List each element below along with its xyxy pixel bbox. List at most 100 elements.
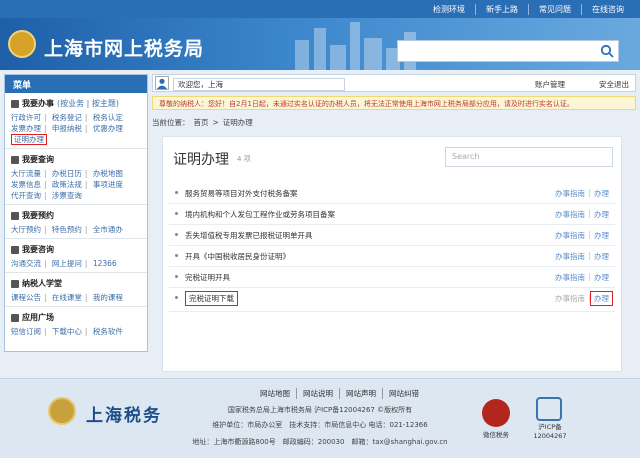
sidebar-link[interactable]: 办税日历	[52, 169, 82, 178]
handle-link[interactable]: 办理	[594, 251, 609, 262]
handle-link[interactable]: 办理	[594, 272, 609, 283]
logout-link[interactable]: 安全退出	[599, 79, 629, 90]
sidebar-link[interactable]: 大厅流量	[11, 169, 41, 178]
breadcrumb: 当前位置： 首页 > 证明办理	[152, 117, 257, 128]
link-divider: |	[84, 124, 88, 133]
link-divider: |	[84, 169, 88, 178]
handle-link-highlighted[interactable]: 办理	[590, 291, 613, 306]
link-divider: |	[44, 327, 47, 336]
sidebar-link-certificate-highlighted[interactable]: 证明办理	[11, 134, 47, 145]
sidebar-link-row: 发票信息 | 政策法规 | 事项进度	[11, 179, 141, 190]
briefcase-icon	[11, 99, 19, 108]
breadcrumb-current: 证明办理	[222, 118, 253, 127]
calendar-icon	[11, 211, 19, 220]
sidebar-link[interactable]: 网上提问	[52, 259, 82, 268]
sidebar-link[interactable]: 沟通交流	[11, 259, 41, 268]
sidebar-link[interactable]: 全市通办	[93, 225, 123, 234]
section-heading: 我要办事	[22, 99, 54, 108]
top-link-online-consult[interactable]: 在线咨询	[581, 4, 634, 15]
section-heading: 纳税人学堂	[22, 279, 62, 288]
link-divider: |	[588, 209, 591, 218]
top-bar: 检测环境 新手上路 常见问题 在线咨询	[0, 0, 640, 18]
sidebar-link-row: 代开查询 | 涉票查询	[11, 190, 141, 201]
icp-badge-icon[interactable]	[536, 397, 562, 421]
account-management-link[interactable]: 账户管理	[535, 79, 565, 90]
sidebar-section-school-heading: 纳税人学堂	[11, 278, 141, 289]
sidebar-section-appointment-heading: 我要预约	[11, 210, 141, 221]
service-name-tax-certificate-download[interactable]: 完税证明下载	[185, 291, 238, 306]
footer-link-report-error[interactable]: 网站纠错	[382, 388, 425, 399]
breadcrumb-prefix: 当前位置：	[152, 118, 190, 127]
service-name[interactable]: 完税证明开具	[185, 272, 230, 283]
handle-link[interactable]: 办理	[594, 188, 609, 199]
guide-link[interactable]: 办事指南	[555, 293, 585, 304]
footer-links: 网站地图 网站说明 网站声明 网站纠错	[254, 388, 425, 399]
bullet-icon	[175, 191, 178, 194]
sidebar-link[interactable]: 下载中心	[52, 327, 82, 336]
certificate-panel: 证明办理 4 项 Search 服务贸易等项目对外支付税务备案 办事指南 | 办…	[162, 136, 622, 372]
sidebar-link[interactable]: 税务登记	[52, 113, 82, 122]
wechat-tax-badge-icon[interactable]	[482, 399, 510, 427]
service-list: 服务贸易等项目对外支付税务备案 办事指南 | 办理 境内机构和个人发包工程作业或…	[169, 183, 615, 312]
site-name: 上海市网上税务局	[44, 38, 205, 60]
footer-link-about[interactable]: 网站说明	[296, 388, 339, 399]
panel-search-input[interactable]: Search	[445, 147, 613, 167]
sidebar-title: 菜单	[5, 75, 147, 93]
sidebar-link[interactable]: 特色预约	[52, 225, 82, 234]
sidebar-link[interactable]: 优惠办理	[93, 124, 123, 133]
sidebar-link[interactable]: 申报纳税	[52, 124, 82, 133]
service-name[interactable]: 开具《中国税收居民身份证明》	[185, 251, 290, 262]
footer-link-statement[interactable]: 网站声明	[339, 388, 382, 399]
section-heading: 我要查询	[22, 155, 54, 164]
wechat-tax-label: 微信税务	[483, 431, 509, 439]
top-link-faq[interactable]: 常见问题	[528, 4, 581, 15]
sidebar-link[interactable]: 税务软件	[93, 327, 123, 336]
item-count: 4 项	[237, 155, 251, 163]
guide-link[interactable]: 办事指南	[555, 272, 585, 283]
service-name[interactable]: 境内机构和个人发包工程作业或劳务项目备案	[185, 209, 335, 220]
link-divider: |	[44, 169, 47, 178]
sidebar-link[interactable]: 涉票查询	[52, 191, 82, 200]
link-divider: |	[44, 124, 47, 133]
sidebar-link[interactable]: 代开查询	[11, 191, 41, 200]
service-name[interactable]: 服务贸易等项目对外支付税务备案	[185, 188, 298, 199]
section-heading: 我要咨询	[22, 245, 54, 254]
sidebar-link[interactable]: 我的课程	[93, 293, 123, 302]
sidebar-link[interactable]: 发票办理	[11, 124, 41, 133]
service-name[interactable]: 丢失增值税专用发票已报税证明单开具	[185, 230, 313, 241]
sidebar-link[interactable]: 发票信息	[11, 180, 41, 189]
sidebar-link-row: 课程公告 | 在线课堂 | 我的课程	[11, 292, 141, 303]
sidebar-link[interactable]: 税务认定	[93, 113, 123, 122]
sidebar-link[interactable]: 行政许可	[11, 113, 41, 122]
sidebar-link[interactable]: 12366	[93, 259, 117, 268]
link-divider: |	[84, 180, 88, 189]
bullet-icon	[175, 275, 178, 278]
sidebar-link[interactable]: 办税地图	[93, 169, 123, 178]
section-heading-extra[interactable]: (按业务 | 按主题)	[57, 98, 119, 109]
sidebar-link[interactable]: 短信订阅	[11, 327, 41, 336]
handle-link[interactable]: 办理	[594, 209, 609, 220]
search-icon[interactable]	[600, 44, 614, 58]
breadcrumb-home[interactable]: 首页	[194, 118, 209, 127]
sidebar-section-appointment: 我要预约 大厅预约 | 特色预约 | 全市通办	[5, 205, 147, 239]
bullet-icon	[175, 254, 178, 257]
guide-link[interactable]: 办事指南	[555, 251, 585, 262]
guide-link[interactable]: 办事指南	[555, 230, 585, 241]
sidebar-link[interactable]: 课程公告	[11, 293, 41, 302]
bullet-icon	[175, 212, 178, 215]
guide-link[interactable]: 办事指南	[555, 209, 585, 220]
sidebar-link[interactable]: 事项进度	[93, 180, 123, 189]
top-links: 检测环境 新手上路 常见问题 在线咨询	[423, 4, 634, 15]
sidebar-link[interactable]: 在线课堂	[52, 293, 82, 302]
handle-link[interactable]: 办理	[594, 230, 609, 241]
icp-badge-label: 沪ICP备 12004267	[533, 423, 567, 440]
footer-link-sitemap[interactable]: 网站地图	[254, 388, 296, 399]
sidebar-link[interactable]: 政策法规	[52, 180, 82, 189]
sidebar-link[interactable]: 大厅预约	[11, 225, 41, 234]
list-item: 服务贸易等项目对外支付税务备案 办事指南 | 办理	[169, 183, 615, 204]
guide-link[interactable]: 办事指南	[555, 188, 585, 199]
top-link-environment-check[interactable]: 检测环境	[423, 4, 475, 15]
site-footer: 网站地图 网站说明 网站声明 网站纠错 上海税务 国家税务总局上海市税务局 沪I…	[0, 378, 640, 458]
header-search-input[interactable]	[397, 40, 619, 62]
top-link-beginner-guide[interactable]: 新手上路	[475, 4, 528, 15]
